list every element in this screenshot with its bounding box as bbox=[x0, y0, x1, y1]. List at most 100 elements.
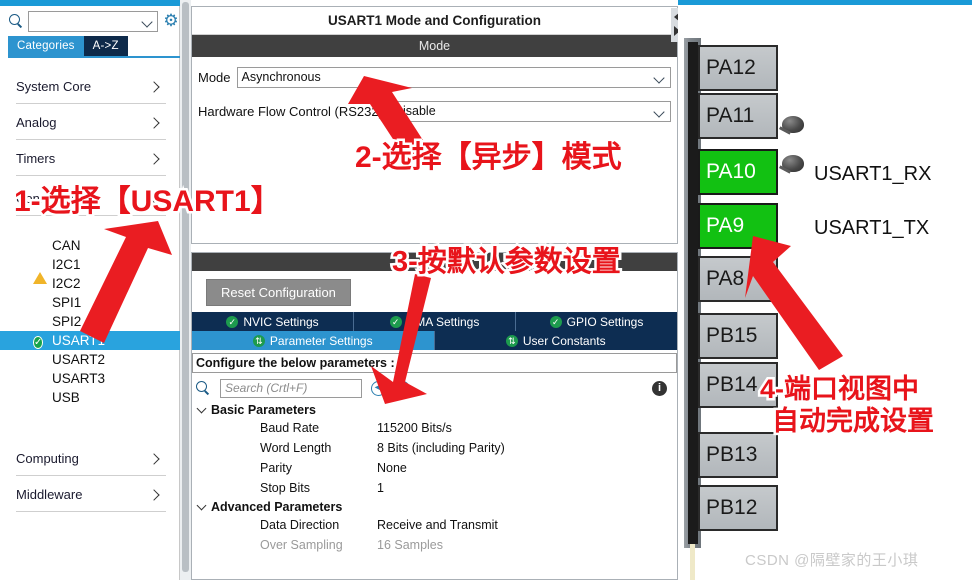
tab-label: GPIO Settings bbox=[566, 314, 644, 329]
pin-PA12[interactable]: PA12 bbox=[698, 45, 778, 91]
check-circle-icon: ✓ bbox=[226, 315, 239, 328]
pin-label: PB13 bbox=[706, 443, 758, 466]
parameter-tree: Basic Parameters Baud Rate 115200 Bits/s… bbox=[192, 401, 677, 555]
tab-user-constants[interactable]: ⇅ User Constants bbox=[434, 331, 677, 350]
chevron-right-icon bbox=[148, 488, 160, 501]
param-key: Parity bbox=[260, 461, 292, 475]
pin-lock-icon-PA9 bbox=[776, 155, 810, 185]
peripheral-item-usb[interactable]: USB bbox=[0, 388, 180, 407]
tabs-underline bbox=[8, 56, 180, 58]
sidebar-group-computing[interactable]: Computing bbox=[16, 442, 166, 476]
param-value: 115200 Bits/s bbox=[377, 421, 452, 435]
pin-PB12[interactable]: PB12 bbox=[698, 485, 778, 531]
param-key: Baud Rate bbox=[260, 421, 320, 435]
sidebar-group-timers[interactable]: Timers bbox=[16, 142, 166, 176]
tab-gpio-settings[interactable]: ✓ GPIO Settings bbox=[516, 312, 677, 331]
param-group-label: Basic Parameters bbox=[211, 402, 316, 417]
chevron-down-icon bbox=[196, 500, 207, 510]
param-value: None bbox=[377, 461, 407, 475]
chevron-down-icon[interactable] bbox=[141, 15, 153, 28]
param-row-baud-rate[interactable]: Baud Rate 115200 Bits/s bbox=[192, 418, 677, 438]
info-icon[interactable]: i bbox=[652, 380, 667, 396]
arrow-step4 bbox=[745, 236, 843, 370]
sidebar-search-input[interactable] bbox=[28, 10, 158, 32]
pin-label: PA11 bbox=[706, 104, 755, 127]
chevron-down-icon[interactable] bbox=[653, 71, 665, 84]
watermark: CSDN @隔壁家的王小琪 bbox=[745, 552, 919, 569]
param-row-over-sampling[interactable]: Over Sampling 16 Samples bbox=[192, 535, 677, 555]
sidebar-group-label: Timers bbox=[16, 151, 56, 166]
mode-section-header: Mode bbox=[192, 35, 677, 57]
param-row-word-length[interactable]: Word Length 8 Bits (including Parity) bbox=[192, 438, 677, 458]
pin-label: PB14 bbox=[706, 373, 758, 396]
pin-label: PA9 bbox=[706, 214, 745, 237]
tab-nvic-settings[interactable]: ✓ NVIC Settings bbox=[192, 312, 354, 331]
check-circle-icon: ✓ bbox=[549, 315, 562, 328]
param-value: Receive and Transmit bbox=[377, 518, 498, 532]
sidebar-group-middleware[interactable]: Middleware bbox=[16, 478, 166, 512]
sidebar-group-label: Analog bbox=[16, 115, 57, 130]
param-key: Data Direction bbox=[260, 518, 340, 532]
peripheral-item-usart3[interactable]: USART3 bbox=[0, 369, 180, 388]
check-circle-icon: ✓ bbox=[33, 336, 44, 349]
tab-label: NVIC Settings bbox=[243, 314, 319, 329]
sidebar-group-label: Computing bbox=[16, 451, 79, 466]
pin-PA10[interactable]: PA10 bbox=[698, 149, 778, 195]
peripheral-label: USB bbox=[52, 390, 80, 405]
sidebar-search-row: ⚙ bbox=[8, 8, 180, 34]
sidebar-group-label: Middleware bbox=[16, 487, 83, 502]
param-group-label: Advanced Parameters bbox=[211, 499, 343, 514]
sidebar-scrollbar-thumb[interactable] bbox=[182, 2, 189, 572]
tab-label: User Constants bbox=[522, 333, 606, 348]
pin-PA11[interactable]: PA11 bbox=[698, 93, 778, 139]
chevron-right-icon bbox=[148, 116, 160, 129]
gear-icon[interactable]: ⚙ bbox=[162, 12, 180, 30]
arrow-step3 bbox=[371, 274, 431, 404]
annotation-step4-line2: 自动完成设置 自动完成设置 bbox=[770, 404, 937, 438]
mode-select-value: Asynchronous bbox=[241, 70, 321, 84]
param-row-parity[interactable]: Parity None bbox=[192, 458, 677, 478]
sidebar-group-system-core[interactable]: System Core bbox=[16, 70, 166, 104]
arrow-step1 bbox=[80, 221, 172, 343]
annotation-step3: 3-按默认参数设置 3-按默认参数设置 bbox=[390, 244, 624, 281]
pin-signal-PA10: USART1_RX bbox=[814, 163, 932, 185]
pin-label: PA12 bbox=[706, 56, 756, 79]
page-title: USART1 Mode and Configuration bbox=[192, 7, 677, 35]
mode-field-label: Mode bbox=[198, 69, 231, 85]
pin-label: PA8 bbox=[706, 267, 745, 290]
updown-circle-icon: ⇅ bbox=[505, 334, 518, 347]
parameter-search-placeholder: Search (Crtl+F) bbox=[225, 381, 308, 395]
param-key: Word Length bbox=[260, 441, 332, 455]
tab-a-to-z[interactable]: A->Z bbox=[83, 36, 128, 56]
chevron-right-icon bbox=[148, 80, 160, 93]
chevron-down-icon bbox=[196, 403, 207, 413]
tab-categories[interactable]: Categories bbox=[8, 36, 84, 56]
chevron-right-icon bbox=[148, 452, 160, 465]
annotation-step1: 1-选择【USART1】 1-选择【USART1】 bbox=[12, 183, 284, 221]
param-value: 1 bbox=[377, 481, 384, 495]
annotation-step4-line1: 4-端口视图中 4-端口视图中 bbox=[757, 372, 921, 406]
pin-lock-icon-PA10 bbox=[776, 116, 810, 146]
param-row-stop-bits[interactable]: Stop Bits 1 bbox=[192, 478, 677, 498]
param-value: 8 Bits (including Parity) bbox=[377, 441, 505, 455]
search-icon bbox=[195, 380, 211, 396]
app-root: ⚙ Categories A->Z System Core Analog Tim… bbox=[0, 0, 972, 580]
param-row-data-direction[interactable]: Data Direction Receive and Transmit bbox=[192, 515, 677, 535]
search-icon bbox=[8, 13, 24, 29]
pin-PB13[interactable]: PB13 bbox=[698, 432, 778, 478]
param-group-advanced[interactable]: Advanced Parameters bbox=[192, 498, 677, 515]
annotation-step2: 2-选择【异步】模式 2-选择【异步】模式 bbox=[353, 139, 625, 177]
sidebar-group-label: System Core bbox=[16, 79, 92, 94]
updown-circle-icon: ⇅ bbox=[252, 334, 265, 347]
sidebar-category-tabs: Categories A->Z bbox=[8, 36, 180, 56]
parameter-search-input[interactable]: Search (Crtl+F) bbox=[220, 378, 362, 398]
pinview-topbar-accent bbox=[678, 0, 972, 5]
chevron-right-icon bbox=[148, 152, 160, 165]
chevron-down-icon[interactable] bbox=[653, 105, 665, 118]
reset-configuration-button[interactable]: Reset Configuration bbox=[206, 279, 351, 306]
pin-label: PA10 bbox=[706, 160, 756, 183]
sidebar-group-analog[interactable]: Analog bbox=[16, 106, 166, 140]
param-key: Over Sampling bbox=[260, 538, 343, 552]
mode-select[interactable]: Asynchronous bbox=[236, 66, 671, 88]
peripheral-label: USART3 bbox=[52, 371, 106, 386]
